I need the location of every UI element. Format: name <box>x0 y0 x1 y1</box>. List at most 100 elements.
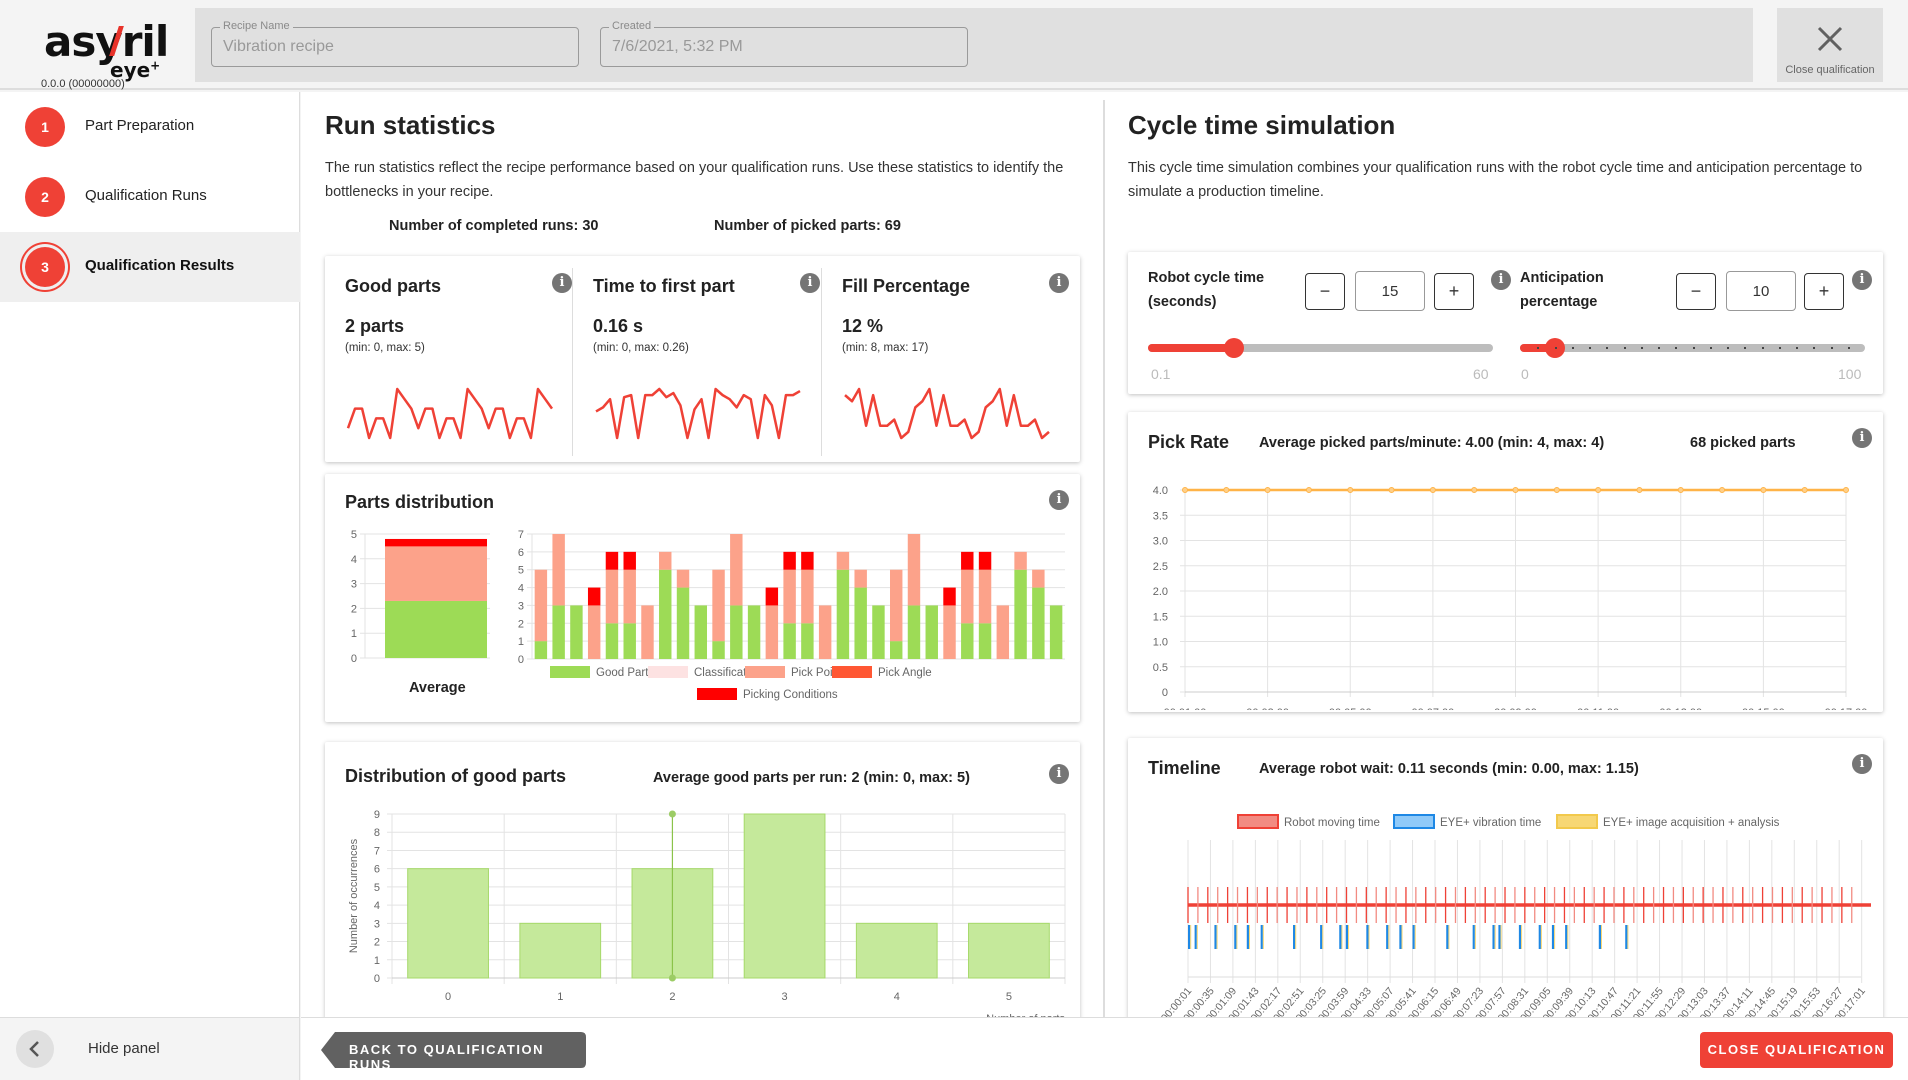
info-icon[interactable]: i <box>552 273 572 293</box>
anticipation-increment-button[interactable]: + <box>1804 273 1844 310</box>
robot-cycle-slider-thumb[interactable] <box>1224 338 1245 358</box>
robot-cycle-decrement-button[interactable]: − <box>1305 273 1345 310</box>
sparkline-line <box>346 387 554 440</box>
run-statistics-title: Run statistics <box>325 110 496 140</box>
created-field[interactable]: Created <box>600 20 968 67</box>
robot-cycle-min: 0.1 <box>1151 366 1171 382</box>
vibration-event <box>1598 925 1602 949</box>
robot-cycle-slider[interactable] <box>1148 338 1493 358</box>
info-icon[interactable]: i <box>1852 270 1872 290</box>
parts-distribution-title: Parts distribution <box>345 492 495 512</box>
robot-cycle-slider-fill <box>1148 344 1235 352</box>
good-dist-y-tick-label: 1 <box>374 955 380 967</box>
info-icon[interactable]: i <box>1852 428 1872 448</box>
anticipation-decrement-button[interactable]: − <box>1676 273 1716 310</box>
runs-y-tick-label: 0 <box>518 654 524 666</box>
bar-segment <box>889 641 903 659</box>
metric-title-good-parts: Good parts <box>345 276 442 296</box>
x-tick-label: 2 <box>669 991 675 1003</box>
sparkline-fill-percentage <box>844 387 1050 440</box>
back-to-qualification-runs-button[interactable]: BACK TO QUALIFICATION RUNS <box>321 1032 586 1072</box>
sidebar-step-qualification-runs[interactable]: 2 Qualification Runs <box>0 162 300 232</box>
recipe-name-input[interactable] <box>223 38 553 56</box>
sidebar-step-part-preparation[interactable]: 1 Part Preparation <box>0 92 300 162</box>
average-y-tick-label: 4 <box>351 554 357 566</box>
acquisition-event <box>1414 925 1416 949</box>
bar-segment <box>801 551 814 570</box>
vibration-event <box>1625 925 1628 949</box>
bar-segment <box>730 534 743 606</box>
acquisition-event <box>1601 925 1603 949</box>
column-divider <box>1103 100 1105 1017</box>
y-tick-label: 2.0 <box>1153 586 1168 598</box>
bar-segment <box>587 587 601 606</box>
info-icon[interactable]: i <box>1049 490 1069 510</box>
runs-y-tick-label: 4 <box>518 583 524 595</box>
close-icon <box>1817 26 1843 52</box>
timeline-chart: Robot moving time EYE+ vibration time EYE+… <box>1159 814 1871 1017</box>
bar-segment <box>605 623 619 659</box>
average-y-tick-label: 2 <box>351 603 357 615</box>
x-tick-label: 00:03:00 <box>1246 707 1289 710</box>
average-y-tick-label: 5 <box>351 529 357 541</box>
average-y-tick-label: 1 <box>351 628 357 640</box>
hide-panel-label: Hide panel <box>88 1040 160 1057</box>
hide-panel-circle[interactable] <box>16 1030 54 1068</box>
simulation-controls-card: Robot cycle time(seconds) − + i 0.1 60 A… <box>1128 252 1883 394</box>
anticipation-input[interactable] <box>1726 271 1796 311</box>
bar-segment <box>836 551 850 570</box>
bar-segment <box>783 623 796 659</box>
x-tick-label: 00:01:00 <box>1164 707 1207 710</box>
acquisition-event <box>1554 925 1556 949</box>
info-icon[interactable]: i <box>1049 764 1069 784</box>
slider-step-dot <box>1554 347 1557 349</box>
metric-title-fill-percentage: Fill Percentage <box>842 276 971 296</box>
slider-step-dot <box>1589 347 1591 349</box>
vibration-event <box>1194 925 1197 949</box>
slider-step-dot <box>1658 347 1660 349</box>
x-tick-label: 00:17:00 <box>1825 707 1868 710</box>
anticipation-max: 100 <box>1838 366 1862 382</box>
pick-rate-title: Pick Rate <box>1148 432 1230 452</box>
info-icon[interactable]: i <box>1491 270 1511 290</box>
pick-rate-point <box>1182 487 1188 493</box>
bar-segment <box>889 569 903 642</box>
close-qualification-header-button[interactable]: Close qualification <box>1777 8 1883 82</box>
hide-panel-button[interactable]: Hide panel <box>0 1017 300 1080</box>
info-icon[interactable]: i <box>800 273 820 293</box>
acquisition-event <box>1368 925 1370 949</box>
completed-runs: Number of completed runs: 30 <box>389 218 599 234</box>
runs-y-tick-label: 2 <box>518 618 524 630</box>
vibration-event <box>1293 925 1296 949</box>
info-icon[interactable]: i <box>1852 754 1872 774</box>
metric-value-fill-percentage: 12 % <box>842 316 884 336</box>
vibration-event <box>1246 925 1249 949</box>
good-dist-y-tick-label: 3 <box>374 918 380 930</box>
acquisition-event <box>1388 925 1390 949</box>
bar-segment <box>534 569 548 642</box>
runs-y-tick-label: 1 <box>518 636 524 648</box>
close-qualification-button[interactable]: CLOSE QUALIFICATION <box>1700 1032 1893 1068</box>
recipe-name-field[interactable]: Recipe Name <box>211 20 579 67</box>
robot-cycle-max: 60 <box>1473 366 1489 382</box>
pick-rate-point <box>1636 487 1643 493</box>
robot-cycle-increment-button[interactable]: + <box>1434 273 1474 310</box>
created-input[interactable] <box>612 38 942 56</box>
bar-segment <box>587 605 601 659</box>
step-label: Qualification Results <box>85 257 235 274</box>
cycle-time-simulation-title: Cycle time simulation <box>1128 110 1396 140</box>
legend-label: EYE+ vibration time <box>1440 817 1541 829</box>
average-label: Average <box>409 680 466 696</box>
anticipation-slider[interactable] <box>1520 338 1865 358</box>
vibration-event <box>1339 925 1342 949</box>
sidebar-step-qualification-results[interactable]: 3 Qualification Results <box>0 232 300 302</box>
slider-step-dot <box>1761 347 1764 349</box>
pick-rate-point <box>1843 487 1849 493</box>
metric-value-time-first-part: 0.16 s <box>593 316 644 336</box>
good-parts-average: Average good parts per run: 2 (min: 0, m… <box>653 770 970 786</box>
robot-cycle-input[interactable] <box>1355 271 1425 311</box>
bar-segment <box>836 569 850 659</box>
info-icon[interactable]: i <box>1049 273 1069 293</box>
close-qualification-label: Close qualification <box>1785 64 1875 76</box>
acquisition-event <box>1401 925 1403 949</box>
